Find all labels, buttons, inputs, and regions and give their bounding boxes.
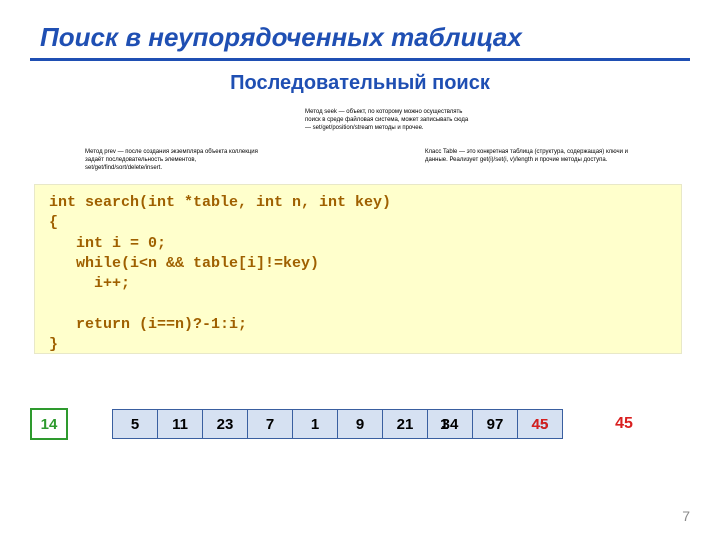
array-cell: 23 (203, 410, 248, 438)
small-description-left: Метод prev — после создания экземпляра о… (85, 148, 260, 172)
array-cell: 11 (158, 410, 203, 438)
array: 5112371921341974545 (112, 409, 563, 439)
search-key-box: 14 (30, 408, 68, 440)
array-cell: 21 (383, 410, 428, 438)
array-cell: 97 (473, 410, 518, 438)
array-cell: 5 (113, 410, 158, 438)
title-underline (30, 58, 690, 61)
result-box: 45 (607, 410, 641, 438)
code-block: int search(int *table, int n, int key) {… (34, 184, 682, 354)
slide: Поиск в неупорядоченных таблицах Последо… (0, 0, 720, 540)
small-description-right: Класс Table — это конкретная таблица (ст… (425, 148, 630, 164)
array-cell: 7 (248, 410, 293, 438)
array-cell: 9 (338, 410, 383, 438)
array-cell-overlay: 45 (532, 416, 549, 433)
page-number: 7 (682, 508, 690, 524)
array-cell: 1 (293, 410, 338, 438)
page-title: Поиск в неупорядоченных таблицах (40, 22, 522, 53)
small-description-top: Метод seek — объект, по которому можно о… (305, 108, 475, 132)
array-cell: 4545 (518, 410, 562, 438)
array-cell-overlay: 1 (440, 416, 448, 433)
array-visualization: 14 5112371921341974545 45 (30, 408, 641, 440)
array-cell: 341 (428, 410, 473, 438)
subtitle: Последовательный поиск (0, 72, 720, 95)
